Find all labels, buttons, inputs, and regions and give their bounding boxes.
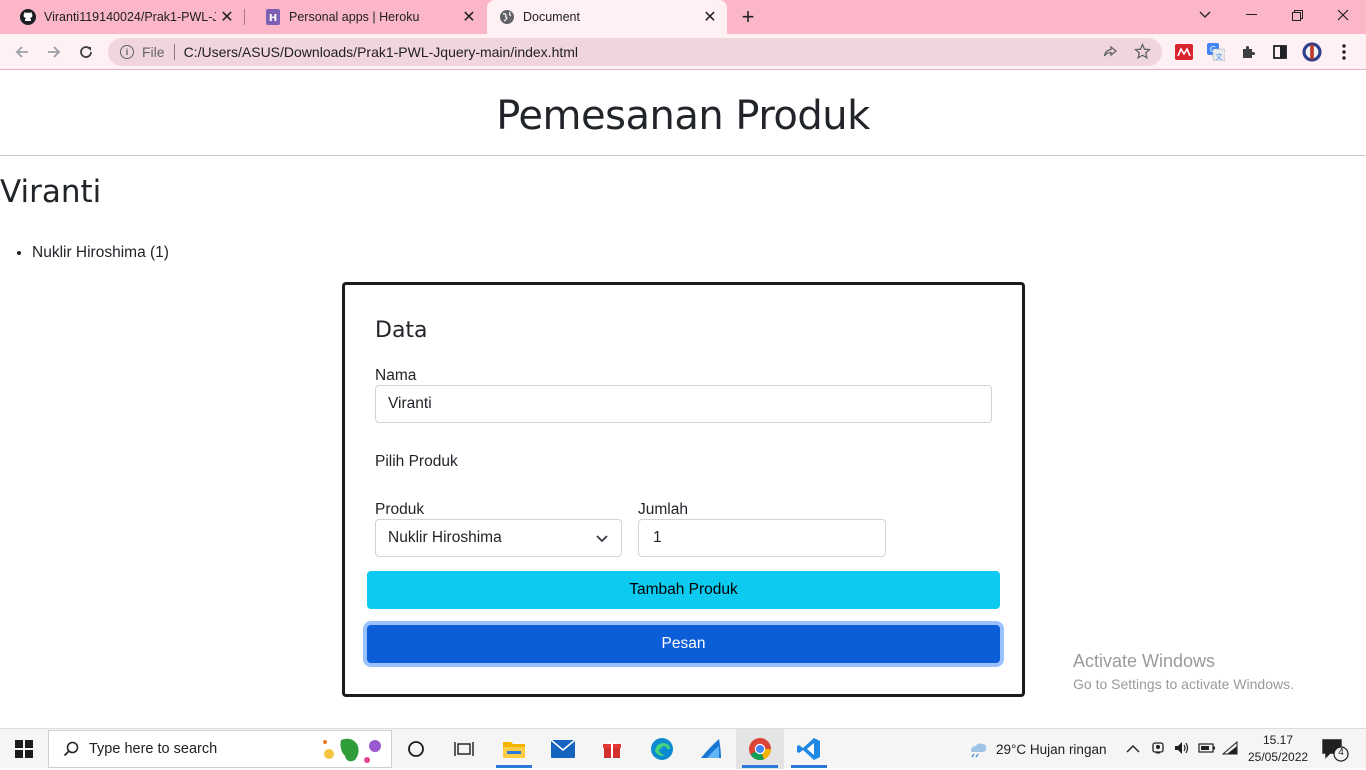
svg-text:H: H: [269, 13, 277, 24]
product-select-value: Nuklir Hiroshima: [388, 529, 502, 546]
divider: [173, 44, 175, 60]
watermark-subtitle: Go to Settings to activate Windows.: [1073, 676, 1294, 692]
tab-title: Viranti119140024/Prak1-PWL-Jquery: [44, 10, 216, 24]
order-form-card: Data Nama Viranti Pilih Produk Produk Ju…: [342, 282, 1025, 697]
chevron-down-icon: [595, 531, 609, 545]
form-heading: Data: [375, 318, 428, 343]
taskbar-search-box[interactable]: Type here to search: [48, 730, 392, 768]
name-label: Nama: [375, 367, 417, 384]
notification-count: 4: [1338, 747, 1344, 758]
tab-search-icon[interactable]: [1182, 0, 1228, 30]
tab-title: Personal apps | Heroku: [289, 10, 420, 24]
weather-text[interactable]: 29°C Hujan ringan: [996, 742, 1106, 757]
quantity-label: Jumlah: [638, 501, 688, 518]
clock-time: 15.17: [1262, 733, 1294, 747]
windows-taskbar: Type here to search 29°C Hujan ringan 15…: [0, 728, 1366, 769]
browser-tab-strip: Viranti119140024/Prak1-PWL-Jquery ✕ H Pe…: [0, 0, 1366, 34]
browser-toolbar: i File C:/Users/ASUS/Downloads/Prak1-PWL…: [0, 34, 1366, 70]
cortana-icon[interactable]: [392, 729, 440, 769]
windows-start-button[interactable]: [0, 729, 48, 769]
search-icon: [63, 741, 79, 757]
customer-name: Viranti: [0, 174, 102, 210]
profile-avatar[interactable]: [1302, 42, 1322, 62]
system-tray: 29°C Hujan ringan: [966, 729, 1106, 769]
meet-now-icon[interactable]: [1151, 740, 1167, 761]
restore-icon[interactable]: [1274, 0, 1320, 30]
clock-date: 25/05/2022: [1248, 750, 1309, 764]
minimize-icon[interactable]: [1228, 0, 1274, 30]
taskbar-clock[interactable]: 15.17 25/05/2022: [1248, 732, 1308, 766]
url-text: C:/Users/ASUS/Downloads/Prak1-PWL-Jquery…: [183, 44, 579, 60]
divider: [0, 155, 1366, 156]
order-list: Nuklir Hiroshima (1): [32, 244, 169, 262]
close-window-icon[interactable]: [1320, 0, 1366, 30]
task-view-icon[interactable]: [440, 729, 488, 769]
search-placeholder: Type here to search: [89, 741, 218, 757]
svg-text:文: 文: [1216, 52, 1223, 61]
back-button[interactable]: [8, 38, 36, 66]
side-panel-icon[interactable]: [1270, 42, 1290, 62]
app-fin-icon[interactable]: [687, 729, 735, 769]
page-title: Pemesanan Produk: [496, 93, 870, 139]
globe-icon: [499, 9, 515, 25]
extensions-puzzle-icon[interactable]: [1238, 42, 1258, 62]
file-explorer-icon[interactable]: [490, 729, 538, 769]
edge-icon[interactable]: [638, 729, 686, 769]
section-label: Pilih Produk: [375, 453, 458, 470]
address-bar[interactable]: i File C:/Users/ASUS/Downloads/Prak1-PWL…: [108, 38, 1162, 66]
tab-heroku[interactable]: H Personal apps | Heroku ✕: [245, 0, 486, 34]
name-input[interactable]: Viranti: [375, 385, 992, 423]
gift-app-icon[interactable]: [588, 729, 636, 769]
github-icon: [20, 9, 36, 25]
heroku-icon: H: [265, 9, 281, 25]
page-viewport: Pemesanan Produk Viranti Nuklir Hiroshim…: [0, 71, 1366, 728]
notification-center-icon[interactable]: 4: [1322, 738, 1350, 767]
wifi-icon[interactable]: [1221, 740, 1238, 761]
tab-github[interactable]: Viranti119140024/Prak1-PWL-Jquery ✕: [0, 0, 244, 34]
vscode-icon[interactable]: [785, 729, 833, 769]
product-label: Produk: [375, 501, 425, 518]
weather-icon[interactable]: [966, 740, 988, 758]
extension-red-icon[interactable]: [1174, 42, 1194, 62]
watermark-title: Activate Windows: [1073, 651, 1216, 671]
chrome-icon[interactable]: [736, 729, 784, 769]
share-icon[interactable]: [1102, 44, 1118, 63]
close-tab-icon[interactable]: ✕: [458, 7, 480, 27]
reload-button[interactable]: [72, 38, 100, 66]
close-tab-icon[interactable]: ✕: [699, 7, 721, 27]
battery-icon[interactable]: [1198, 741, 1216, 760]
translate-icon[interactable]: G文: [1206, 42, 1226, 62]
forward-button[interactable]: [40, 38, 68, 66]
product-select[interactable]: Nuklir Hiroshima: [375, 519, 622, 557]
volume-icon[interactable]: [1174, 740, 1190, 761]
add-product-button[interactable]: Tambah Produk: [367, 571, 1000, 609]
order-button[interactable]: Pesan: [367, 625, 1000, 663]
quantity-input[interactable]: 1: [638, 519, 886, 557]
bookmark-star-icon[interactable]: [1133, 42, 1152, 63]
tab-title: Document: [523, 10, 580, 24]
order-list-item: Nuklir Hiroshima (1): [32, 244, 169, 262]
new-tab-button[interactable]: +: [734, 4, 762, 30]
close-tab-icon[interactable]: ✕: [216, 7, 238, 27]
tab-document[interactable]: Document ✕: [487, 0, 727, 34]
info-icon[interactable]: i: [120, 45, 134, 59]
activate-windows-watermark: Activate Windows Go to Settings to activ…: [1073, 651, 1294, 692]
url-scheme: File: [142, 44, 165, 60]
search-highlight-icon[interactable]: [317, 734, 389, 770]
chevron-up-icon[interactable]: [1126, 741, 1140, 759]
mail-icon[interactable]: [539, 729, 587, 769]
browser-menu-icon[interactable]: [1334, 42, 1354, 62]
